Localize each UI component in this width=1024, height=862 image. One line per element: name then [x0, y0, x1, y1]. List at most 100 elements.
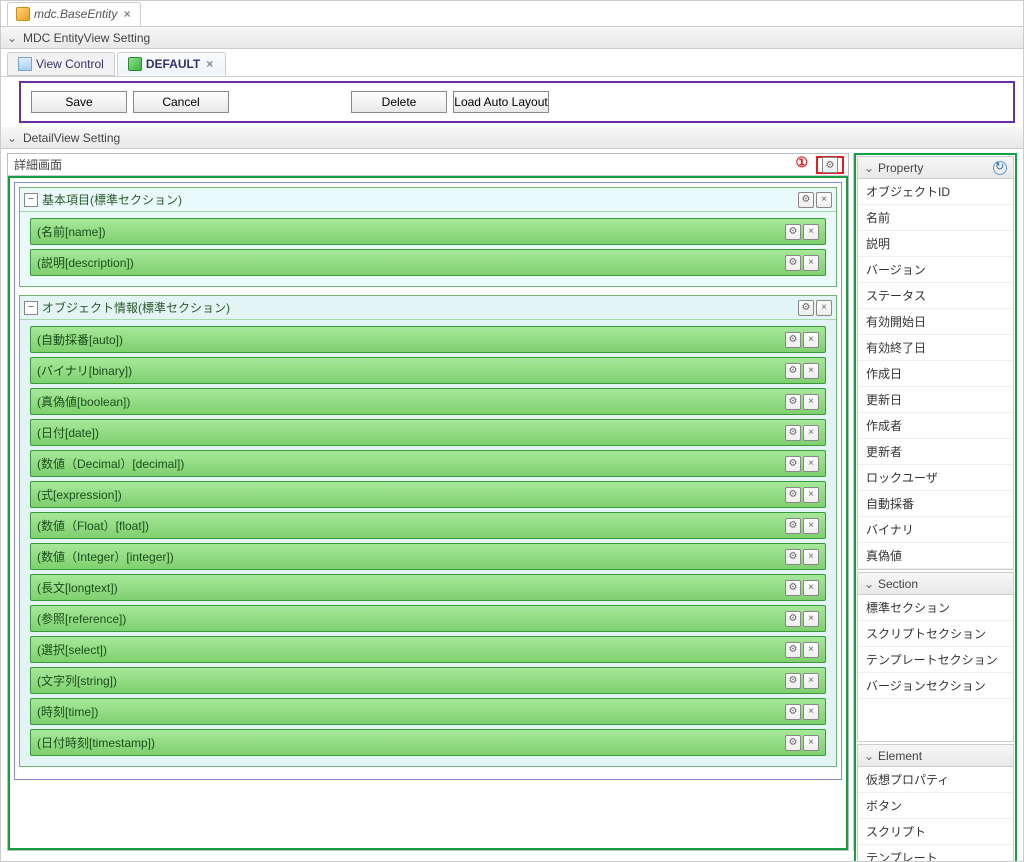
save-button[interactable]: Save	[31, 91, 127, 113]
list-item[interactable]: 作成者	[858, 413, 1013, 439]
delete-button[interactable]: Delete	[351, 91, 447, 113]
gear-icon[interactable]: ⚙	[785, 487, 801, 503]
layout-item[interactable]: (説明[description])⚙×	[30, 249, 826, 276]
layout-item[interactable]: (時刻[time])⚙×	[30, 698, 826, 725]
gear-icon[interactable]: ⚙	[785, 394, 801, 410]
gear-icon[interactable]: ⚙	[785, 332, 801, 348]
list-item[interactable]: 有効終了日	[858, 335, 1013, 361]
tab-view-control[interactable]: View Control	[7, 52, 115, 76]
delete-icon[interactable]: ×	[803, 518, 819, 534]
list-item[interactable]: 更新日	[858, 387, 1013, 413]
gear-icon[interactable]: ⚙	[785, 611, 801, 627]
gear-icon[interactable]: ⚙	[785, 255, 801, 271]
delete-icon[interactable]: ×	[803, 642, 819, 658]
delete-icon[interactable]: ×	[803, 487, 819, 503]
layout-item[interactable]: (選択[select])⚙×	[30, 636, 826, 663]
delete-icon[interactable]: ×	[816, 192, 832, 208]
delete-icon[interactable]: ×	[803, 394, 819, 410]
gear-icon[interactable]: ⚙	[785, 363, 801, 379]
layout-item[interactable]: (文字列[string])⚙×	[30, 667, 826, 694]
layout-item[interactable]: (日付時刻[timestamp])⚙×	[30, 729, 826, 756]
cancel-button[interactable]: Cancel	[133, 91, 229, 113]
layout-item[interactable]: (数値（Float）[float])⚙×	[30, 512, 826, 539]
list-item[interactable]: オブジェクトID	[858, 179, 1013, 205]
layout-item[interactable]: (数値（Integer）[integer])⚙×	[30, 543, 826, 570]
gear-icon[interactable]: ⚙	[822, 157, 838, 173]
gear-icon[interactable]: ⚙	[785, 518, 801, 534]
delete-icon[interactable]: ×	[803, 735, 819, 751]
delete-icon[interactable]: ×	[803, 580, 819, 596]
list-item[interactable]: ステータス	[858, 283, 1013, 309]
list-item[interactable]: ボタン	[858, 793, 1013, 819]
panel-header[interactable]: ⌄ Section	[858, 573, 1013, 595]
layout-item[interactable]: (長文[longtext])⚙×	[30, 574, 826, 601]
list-item[interactable]: テンプレート	[858, 845, 1013, 861]
close-icon[interactable]: ×	[121, 7, 132, 21]
refresh-icon[interactable]	[993, 161, 1007, 175]
gear-icon[interactable]: ⚙	[785, 456, 801, 472]
layout-item[interactable]: (名前[name])⚙×	[30, 218, 826, 245]
delete-icon[interactable]: ×	[803, 704, 819, 720]
list-item[interactable]: 作成日	[858, 361, 1013, 387]
close-icon[interactable]: ×	[204, 57, 215, 71]
list-item[interactable]: 名前	[858, 205, 1013, 231]
chevron-down-icon: ⌄	[864, 577, 874, 591]
list-item[interactable]: ロックユーザ	[858, 465, 1013, 491]
delete-icon[interactable]: ×	[803, 673, 819, 689]
gear-icon[interactable]: ⚙	[785, 704, 801, 720]
canvas-body[interactable]: −基本項目(標準セクション)⚙×(名前[name])⚙×(説明[descript…	[8, 176, 848, 850]
gear-icon[interactable]: ⚙	[785, 425, 801, 441]
property-list[interactable]: オブジェクトID名前説明バージョンステータス有効開始日有効終了日作成日更新日作成…	[858, 179, 1013, 569]
layout-item[interactable]: (自動採番[auto])⚙×	[30, 326, 826, 353]
layout-item[interactable]: (式[expression])⚙×	[30, 481, 826, 508]
list-item[interactable]: 更新者	[858, 439, 1013, 465]
list-item[interactable]: バージョンセクション	[858, 673, 1013, 699]
layout-item[interactable]: (バイナリ[binary])⚙×	[30, 357, 826, 384]
panel-header[interactable]: ⌄ Element	[858, 745, 1013, 767]
section-list[interactable]: 標準セクションスクリプトセクションテンプレートセクションバージョンセクション	[858, 595, 1013, 699]
gear-icon[interactable]: ⚙	[798, 192, 814, 208]
layout-item[interactable]: (日付[date])⚙×	[30, 419, 826, 446]
list-item[interactable]: スクリプトセクション	[858, 621, 1013, 647]
gear-icon[interactable]: ⚙	[785, 642, 801, 658]
layout-item[interactable]: (参照[reference])⚙×	[30, 605, 826, 632]
delete-icon[interactable]: ×	[803, 549, 819, 565]
element-list[interactable]: 仮想プロパティボタンスクリプトテンプレート	[858, 767, 1013, 861]
gear-icon[interactable]: ⚙	[785, 580, 801, 596]
list-item[interactable]: 真偽値	[858, 543, 1013, 569]
file-tab-base-entity[interactable]: mdc.BaseEntity ×	[7, 2, 141, 26]
list-item[interactable]: テンプレートセクション	[858, 647, 1013, 673]
list-item[interactable]: 説明	[858, 231, 1013, 257]
layout-item[interactable]: (真偽値[boolean])⚙×	[30, 388, 826, 415]
layout-section[interactable]: −オブジェクト情報(標準セクション)⚙×(自動採番[auto])⚙×(バイナリ[…	[19, 295, 837, 767]
delete-icon[interactable]: ×	[803, 332, 819, 348]
list-item[interactable]: 標準セクション	[858, 595, 1013, 621]
section-detail-view-header[interactable]: ⌄ DetailView Setting	[1, 127, 1023, 149]
delete-icon[interactable]: ×	[803, 611, 819, 627]
layout-section[interactable]: −基本項目(標準セクション)⚙×(名前[name])⚙×(説明[descript…	[19, 187, 837, 287]
delete-icon[interactable]: ×	[803, 255, 819, 271]
tab-default[interactable]: DEFAULT ×	[117, 52, 226, 76]
list-item[interactable]: 仮想プロパティ	[858, 767, 1013, 793]
delete-icon[interactable]: ×	[803, 363, 819, 379]
list-item[interactable]: スクリプト	[858, 819, 1013, 845]
gear-icon[interactable]: ⚙	[785, 224, 801, 240]
collapse-toggle-icon[interactable]: −	[24, 301, 38, 315]
list-item[interactable]: バイナリ	[858, 517, 1013, 543]
list-item[interactable]: バージョン	[858, 257, 1013, 283]
load-auto-layout-button[interactable]: Load Auto Layout	[453, 91, 549, 113]
panel-header[interactable]: ⌄ Property	[858, 157, 1013, 179]
list-item[interactable]: 自動採番	[858, 491, 1013, 517]
gear-icon[interactable]: ⚙	[785, 735, 801, 751]
layout-item[interactable]: (数値（Decimal）[decimal])⚙×	[30, 450, 826, 477]
gear-icon[interactable]: ⚙	[785, 673, 801, 689]
delete-icon[interactable]: ×	[803, 224, 819, 240]
gear-icon[interactable]: ⚙	[785, 549, 801, 565]
gear-icon[interactable]: ⚙	[798, 300, 814, 316]
delete-icon[interactable]: ×	[803, 456, 819, 472]
collapse-toggle-icon[interactable]: −	[24, 193, 38, 207]
delete-icon[interactable]: ×	[816, 300, 832, 316]
delete-icon[interactable]: ×	[803, 425, 819, 441]
list-item[interactable]: 有効開始日	[858, 309, 1013, 335]
section-entity-view-header[interactable]: ⌄ MDC EntityView Setting	[1, 27, 1023, 49]
